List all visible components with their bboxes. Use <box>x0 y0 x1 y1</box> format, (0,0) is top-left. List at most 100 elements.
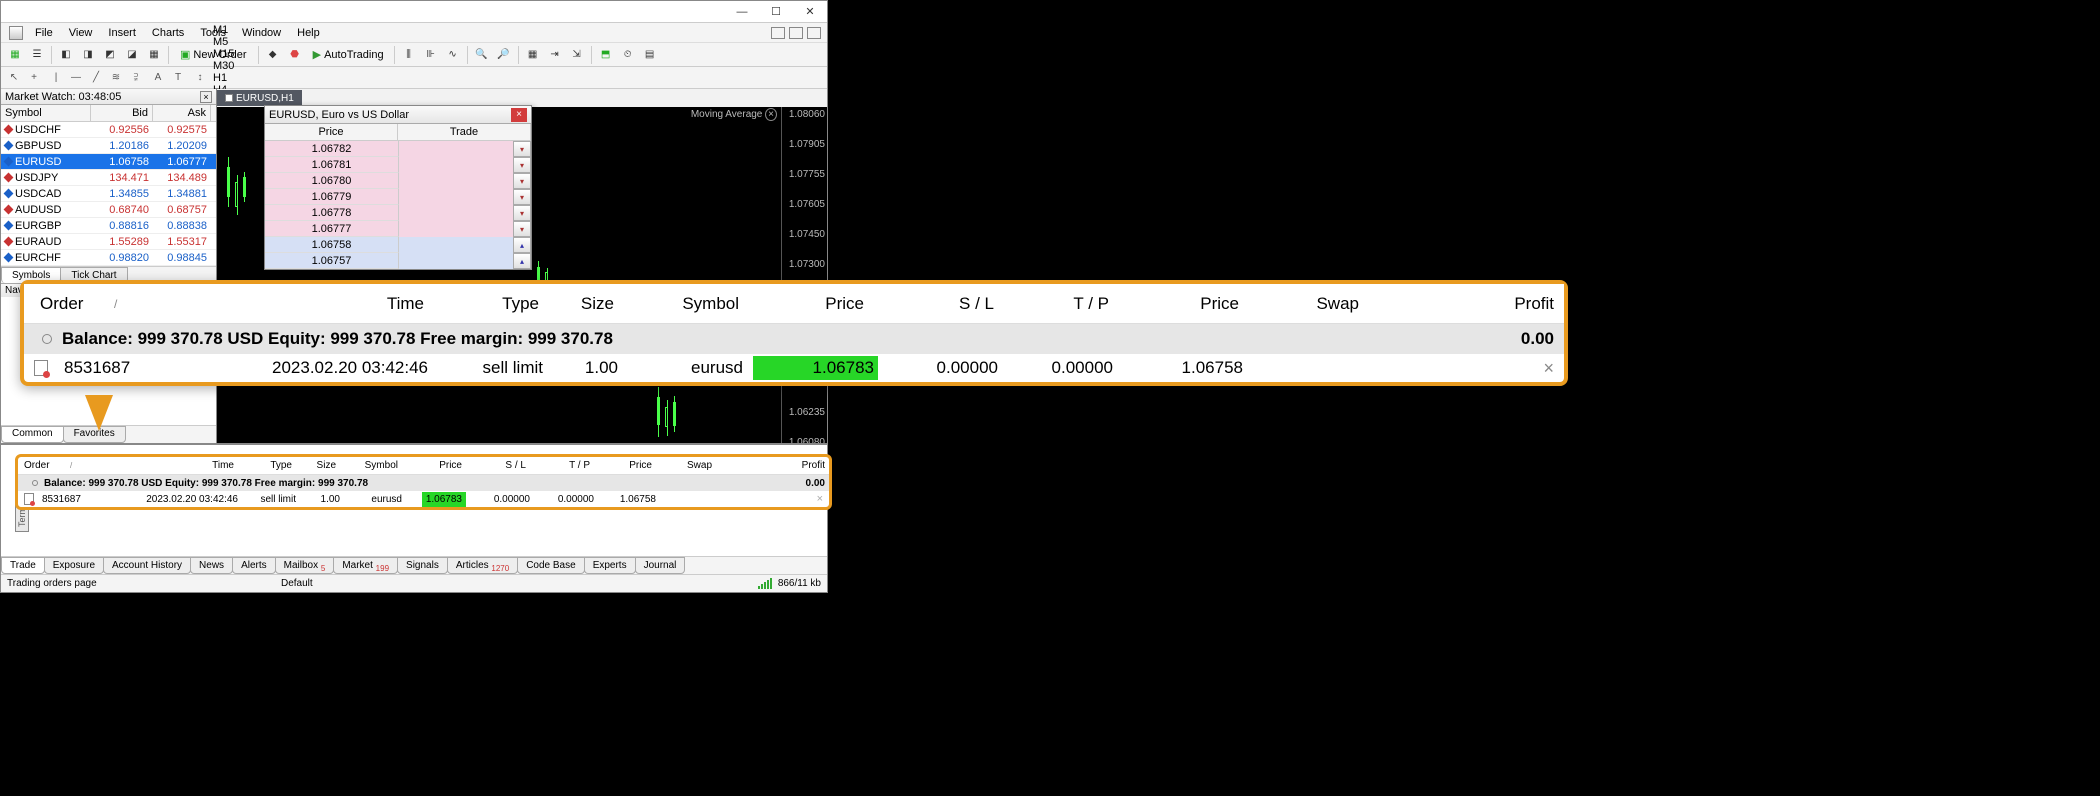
terminal-tab-account-history[interactable]: Account History <box>103 557 191 574</box>
mw-col-ask[interactable]: Ask <box>153 105 211 121</box>
col-sl[interactable]: S / L <box>874 294 1004 314</box>
tf-h1[interactable]: H1 <box>213 72 234 84</box>
col-type[interactable]: Type <box>238 460 296 471</box>
dom-price[interactable]: 1.06780 <box>265 173 399 189</box>
col-symbol[interactable]: Symbol <box>340 460 402 471</box>
arrows-icon[interactable]: ↕ <box>191 69 209 87</box>
bar-chart-icon[interactable]: ⫼ <box>399 45 419 65</box>
trendline-icon[interactable]: ╱ <box>87 69 105 87</box>
mw-col-bid[interactable]: Bid <box>91 105 153 121</box>
col-order[interactable]: Order <box>24 294 104 314</box>
small-order-row[interactable]: 8531687 2023.02.20 03:42:46 sell limit 1… <box>18 491 829 507</box>
col-profit[interactable]: Profit <box>716 460 829 471</box>
maximize-button[interactable]: ☐ <box>759 2 793 22</box>
col-order[interactable]: Order <box>18 460 66 471</box>
terminal-tab-alerts[interactable]: Alerts <box>232 557 276 574</box>
mw-col-symbol[interactable]: Symbol <box>1 105 91 121</box>
sell-caret-icon[interactable]: ▾ <box>513 221 531 237</box>
col-price2[interactable]: Price <box>594 460 656 471</box>
mdi-minimize-icon[interactable] <box>771 27 785 39</box>
terminal-icon[interactable]: ◪ <box>122 45 142 65</box>
col-size[interactable]: Size <box>549 294 624 314</box>
dom-price[interactable]: 1.06778 <box>265 205 399 221</box>
col-price[interactable]: Price <box>749 294 874 314</box>
col-swap[interactable]: Swap <box>1249 294 1369 314</box>
sell-caret-icon[interactable]: ▾ <box>513 189 531 205</box>
chart-tab-eurusd[interactable]: EURUSD,H1 <box>217 90 302 106</box>
sell-caret-icon[interactable]: ▾ <box>513 173 531 189</box>
dom-price[interactable]: 1.06777 <box>265 221 399 237</box>
market-watch-row[interactable]: EURAUD1.552891.55317 <box>1 234 216 250</box>
text-icon[interactable]: A <box>149 69 167 87</box>
candle-chart-icon[interactable]: ⊪ <box>421 45 441 65</box>
terminal-tab-exposure[interactable]: Exposure <box>44 557 104 574</box>
col-symbol[interactable]: Symbol <box>624 294 749 314</box>
menu-file[interactable]: File <box>27 25 61 41</box>
nav-tab-common[interactable]: Common <box>1 426 64 443</box>
dom-price[interactable]: 1.06782 <box>265 141 399 157</box>
col-price2[interactable]: Price <box>1119 294 1249 314</box>
market-watch-row[interactable]: USDJPY134.471134.489 <box>1 170 216 186</box>
autoscroll-icon[interactable]: ⇲ <box>567 45 587 65</box>
zoom-in-icon[interactable]: 🔍 <box>472 45 492 65</box>
terminal-tab-trade[interactable]: Trade <box>1 557 45 574</box>
dom-price[interactable]: 1.06779 <box>265 189 399 205</box>
vline-icon[interactable]: | <box>47 69 65 87</box>
tf-m5[interactable]: M5 <box>213 36 234 48</box>
terminal-tab-articles[interactable]: Articles 1270 <box>447 557 518 574</box>
market-watch-row[interactable]: EURUSD1.067581.06777 <box>1 154 216 170</box>
dom-price[interactable]: 1.06757 <box>265 253 399 269</box>
shift-icon[interactable]: ⇥ <box>545 45 565 65</box>
autotrading-button[interactable]: ▶ AutoTrading <box>307 45 390 65</box>
sell-caret-icon[interactable]: ▾ <box>513 205 531 221</box>
data-window-icon[interactable]: ◨ <box>78 45 98 65</box>
sell-caret-icon[interactable]: ▾ <box>513 157 531 173</box>
templates-icon[interactable]: ▤ <box>640 45 660 65</box>
strategy-tester-icon[interactable]: ▦ <box>144 45 164 65</box>
mdi-restore-icon[interactable] <box>789 27 803 39</box>
col-size[interactable]: Size <box>296 460 340 471</box>
channel-icon[interactable]: ≋ <box>107 69 125 87</box>
terminal-tab-experts[interactable]: Experts <box>584 557 636 574</box>
text-label-icon[interactable]: T <box>169 69 187 87</box>
col-time[interactable]: Time <box>74 460 238 471</box>
callout-order-row[interactable]: 8531687 2023.02.20 03:42:46 sell limit 1… <box>24 354 1564 382</box>
terminal-tab-market[interactable]: Market 199 <box>333 557 398 574</box>
terminal-tab-mailbox[interactable]: Mailbox 5 <box>275 557 335 574</box>
cursor-icon[interactable]: ↖ <box>5 69 23 87</box>
dom-price[interactable]: 1.06781 <box>265 157 399 173</box>
market-watch-close-icon[interactable]: × <box>200 91 212 103</box>
tile-icon[interactable]: ▦ <box>523 45 543 65</box>
terminal-tab-code-base[interactable]: Code Base <box>517 557 584 574</box>
crosshair-icon[interactable]: + <box>25 69 43 87</box>
chart-area[interactable]: EURUSD,H1 Moving Average × 1.08060 1.079… <box>217 89 827 443</box>
indicators-icon[interactable]: ⬒ <box>596 45 616 65</box>
close-button[interactable]: ✕ <box>793 2 827 22</box>
col-time[interactable]: Time <box>124 294 434 314</box>
col-tp[interactable]: T / P <box>1004 294 1119 314</box>
market-watch-row[interactable]: EURCHF0.988200.98845 <box>1 250 216 266</box>
menu-window[interactable]: Window <box>234 25 289 41</box>
line-chart-icon[interactable]: ∿ <box>443 45 463 65</box>
col-type[interactable]: Type <box>434 294 549 314</box>
market-watch-row[interactable]: EURGBP0.888160.88838 <box>1 218 216 234</box>
market-watch-row[interactable]: GBPUSD1.201861.20209 <box>1 138 216 154</box>
menu-insert[interactable]: Insert <box>100 25 144 41</box>
col-profit[interactable]: Profit <box>1369 294 1564 314</box>
zoom-out-icon[interactable]: 🔎 <box>494 45 514 65</box>
terminal-tab-news[interactable]: News <box>190 557 233 574</box>
close-order-icon[interactable]: × <box>817 493 823 505</box>
market-watch-row[interactable]: AUDUSD0.687400.68757 <box>1 202 216 218</box>
fibo-icon[interactable]: ⫌ <box>127 69 145 87</box>
tf-m1[interactable]: M1 <box>213 24 234 36</box>
hline-icon[interactable]: — <box>67 69 85 87</box>
profiles-icon[interactable]: ☰ <box>27 45 47 65</box>
market-watch-row[interactable]: USDCAD1.348551.34881 <box>1 186 216 202</box>
tf-m15[interactable]: M15 <box>213 48 234 60</box>
sell-caret-icon[interactable]: ▾ <box>513 141 531 157</box>
col-tp[interactable]: T / P <box>530 460 594 471</box>
dom-price[interactable]: 1.06758 <box>265 237 399 253</box>
close-order-icon[interactable]: × <box>1543 358 1554 379</box>
col-sl[interactable]: S / L <box>466 460 530 471</box>
terminal-tab-journal[interactable]: Journal <box>635 557 686 574</box>
